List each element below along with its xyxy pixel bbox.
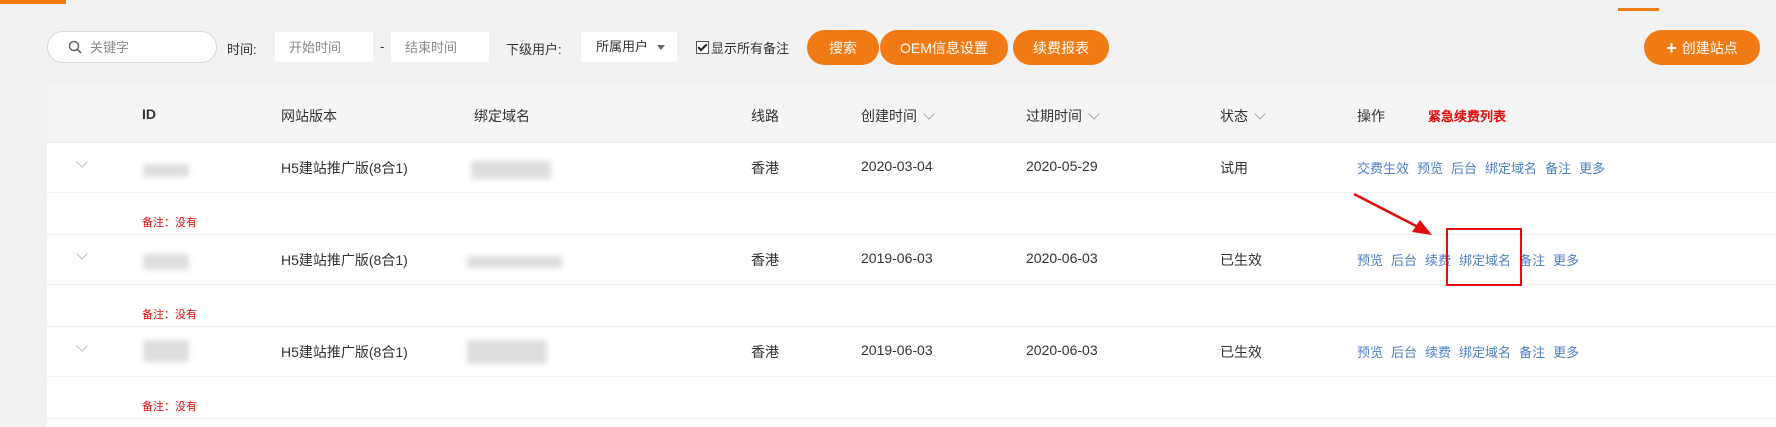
- row-divider: [47, 418, 1776, 419]
- header-version: 网站版本: [281, 108, 337, 124]
- header-status[interactable]: 状态: [1220, 106, 1266, 126]
- search-box[interactable]: [47, 31, 217, 63]
- header-created-label: 创建时间: [861, 108, 917, 124]
- row-divider: [47, 192, 1776, 193]
- more-link[interactable]: 更多: [1579, 161, 1605, 176]
- sub-user-select[interactable]: 所属用户: [581, 32, 677, 62]
- row-remark: 备注：没有: [142, 309, 197, 321]
- preview-link[interactable]: 预览: [1357, 345, 1383, 360]
- filter-toolbar: 时间: - 下级用户: 所属用户 显示所有备注 搜索 OEM信息设置 续费报表 …: [0, 28, 1776, 72]
- header-actions: 操作: [1357, 108, 1385, 124]
- expand-chevron-icon[interactable]: [76, 156, 88, 168]
- create-site-label: 创建站点: [1681, 39, 1738, 56]
- header-expires[interactable]: 过期时间: [1026, 106, 1100, 126]
- domain-redacted: [467, 256, 562, 268]
- highlight-box: [1446, 228, 1522, 286]
- logo-fragment: [0, 0, 66, 4]
- sub-user-label: 下级用户:: [506, 42, 562, 57]
- chevron-down-icon: [657, 45, 665, 50]
- header-id: ID: [142, 106, 156, 122]
- date-range-dash: -: [380, 39, 385, 54]
- sort-chevron-icon[interactable]: [1088, 108, 1100, 120]
- oem-settings-button[interactable]: OEM信息设置: [880, 30, 1008, 65]
- renew-link[interactable]: 续费: [1425, 345, 1451, 360]
- row-remark: 备注：没有: [142, 217, 197, 229]
- bind-domain-link[interactable]: 绑定域名: [1459, 345, 1511, 360]
- table-row: H5建站推广版(8合1) 香港 2020-03-04 2020-05-29 试用…: [47, 142, 1776, 192]
- cell-line: 香港: [751, 344, 779, 360]
- expand-chevron-icon[interactable]: [76, 248, 88, 260]
- row-divider: [47, 376, 1776, 377]
- header-created[interactable]: 创建时间: [861, 106, 935, 126]
- show-notes-checkbox[interactable]: 显示所有备注: [696, 38, 789, 57]
- expand-chevron-icon[interactable]: [76, 340, 88, 352]
- annotation-arrow-icon: [1353, 192, 1432, 235]
- table-header: ID 网站版本 绑定域名 线路 创建时间 过期时间 状态 操作 紧急续费列表: [47, 84, 1776, 142]
- more-link[interactable]: 更多: [1553, 345, 1579, 360]
- cell-version: H5建站推广版(8合1): [281, 160, 408, 176]
- search-input[interactable]: [88, 38, 202, 56]
- search-icon: [68, 40, 82, 54]
- cell-created: 2019-06-03: [861, 250, 933, 266]
- preview-link[interactable]: 预览: [1357, 253, 1383, 268]
- cell-created: 2020-03-04: [861, 158, 933, 174]
- note-link[interactable]: 备注: [1519, 345, 1545, 360]
- header-line: 线路: [751, 108, 779, 124]
- urgent-renewal-link[interactable]: 紧急续费列表: [1428, 106, 1506, 125]
- renewal-report-button[interactable]: 续费报表: [1013, 30, 1109, 65]
- cell-version: H5建站推广版(8合1): [281, 344, 408, 360]
- filter-chevron-icon[interactable]: [1254, 108, 1266, 120]
- id-redacted: [143, 164, 189, 177]
- domain-redacted: [467, 340, 547, 364]
- cell-version: H5建站推广版(8合1): [281, 252, 408, 268]
- start-time-input[interactable]: [275, 32, 373, 62]
- row-actions: 交费生效 预览 后台 绑定域名 备注 更多: [1357, 158, 1613, 177]
- create-site-button[interactable]: + 创建站点: [1644, 30, 1760, 65]
- end-time-input[interactable]: [391, 32, 489, 62]
- show-notes-label: 显示所有备注: [711, 41, 790, 56]
- header-status-label: 状态: [1220, 108, 1248, 124]
- time-label: 时间:: [227, 42, 257, 57]
- more-link[interactable]: 更多: [1553, 253, 1579, 268]
- id-redacted: [143, 254, 189, 270]
- row-remark: 备注：没有: [142, 401, 197, 413]
- cell-status: 已生效: [1220, 344, 1262, 360]
- sub-user-value: 所属用户: [596, 39, 649, 54]
- id-redacted: [143, 340, 189, 362]
- cell-line: 香港: [751, 252, 779, 268]
- search-button[interactable]: 搜索: [807, 30, 879, 65]
- bind-domain-link[interactable]: 绑定域名: [1485, 161, 1537, 176]
- cell-created: 2019-06-03: [861, 342, 933, 358]
- pay-activate-link[interactable]: 交费生效: [1357, 161, 1409, 176]
- plus-icon: +: [1666, 37, 1677, 58]
- domain-redacted: [471, 161, 551, 179]
- note-link[interactable]: 备注: [1545, 161, 1571, 176]
- cell-expires: 2020-06-03: [1026, 342, 1098, 358]
- admin-link[interactable]: 后台: [1451, 161, 1477, 176]
- header-expires-label: 过期时间: [1026, 108, 1082, 124]
- cell-expires: 2020-06-03: [1026, 250, 1098, 266]
- admin-link[interactable]: 后台: [1391, 253, 1417, 268]
- checkbox-checked-icon[interactable]: [696, 41, 709, 54]
- note-link[interactable]: 备注: [1519, 253, 1545, 268]
- active-tab-indicator: [1618, 8, 1659, 11]
- admin-link[interactable]: 后台: [1391, 345, 1417, 360]
- header-domain: 绑定域名: [474, 108, 530, 124]
- cell-line: 香港: [751, 160, 779, 176]
- cell-status: 已生效: [1220, 252, 1262, 268]
- cell-status: 试用: [1220, 160, 1248, 176]
- row-actions: 预览 后台 续费 绑定域名 备注 更多: [1357, 342, 1587, 361]
- table-row: H5建站推广版(8合1) 香港 2019-06-03 2020-06-03 已生…: [47, 326, 1776, 376]
- cell-expires: 2020-05-29: [1026, 158, 1098, 174]
- sort-chevron-icon[interactable]: [923, 108, 935, 120]
- preview-link[interactable]: 预览: [1417, 161, 1443, 176]
